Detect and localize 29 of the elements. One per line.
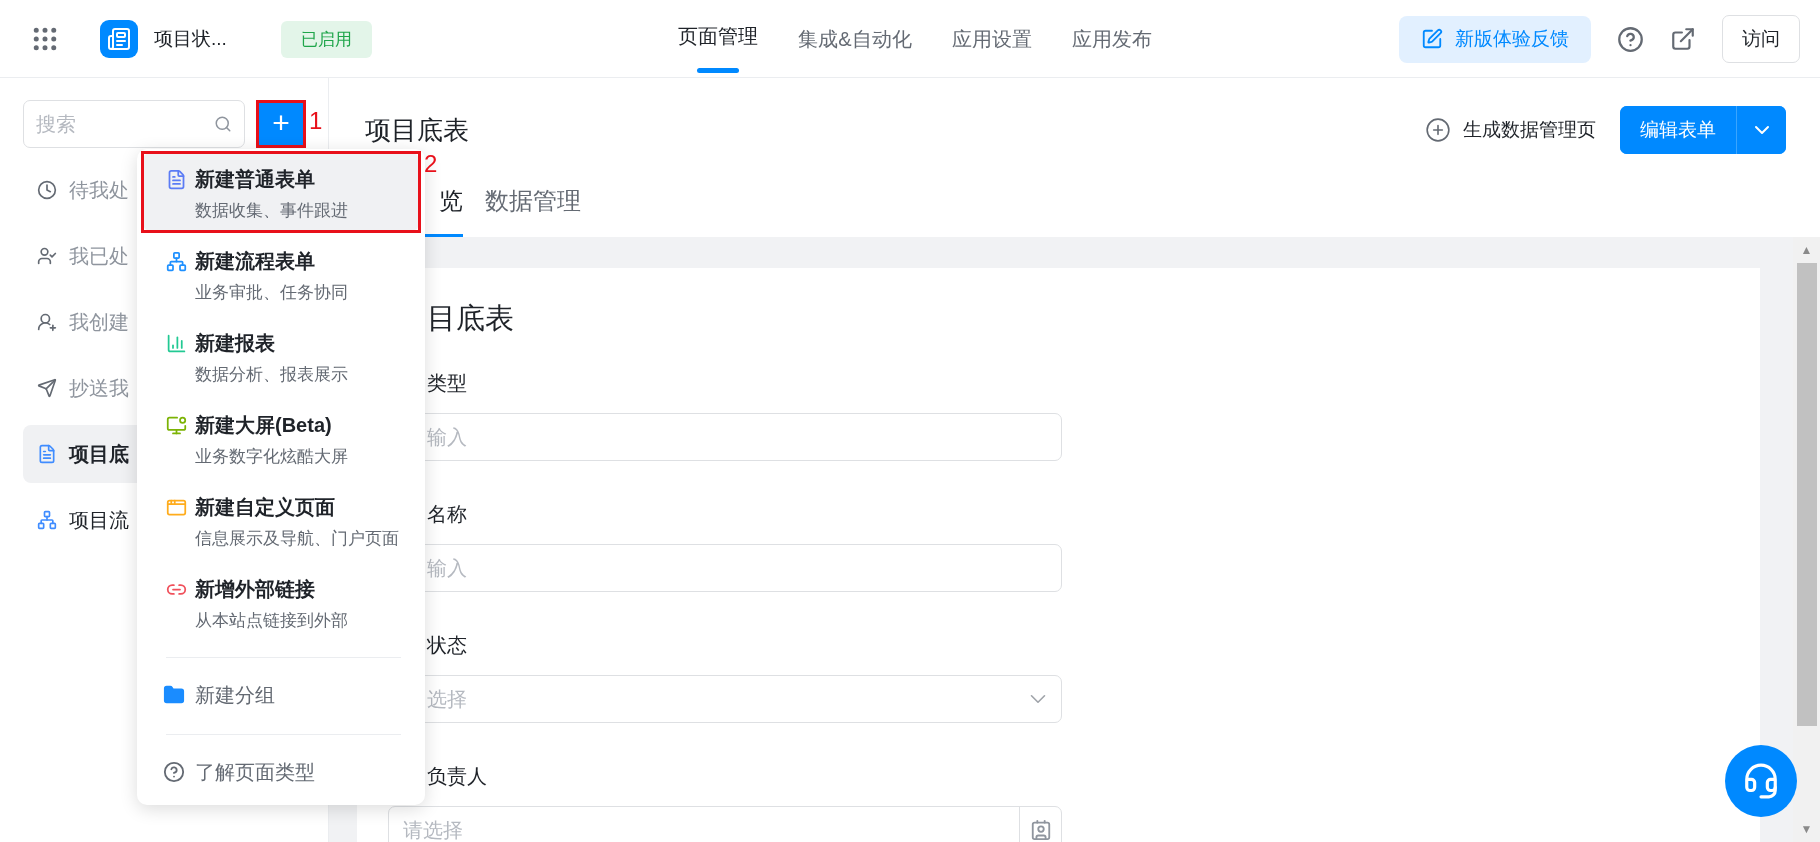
sidebar-item-label: 我已处: [69, 243, 129, 269]
menu-item-title: 新建大屏(Beta): [195, 413, 332, 438]
sidebar-item-label: 项目流: [69, 507, 129, 533]
menu-item-title: 新建分组: [195, 683, 275, 708]
annotation-number: 2: [424, 150, 438, 178]
menu-item-title: 了解页面类型: [195, 760, 315, 785]
status-badge: 已启用: [280, 20, 372, 58]
menu-item-description: 数据分析、报表展示: [194, 364, 349, 386]
menu-item-title: 新建普通表单: [195, 167, 315, 192]
page-title: 项目底表: [365, 113, 469, 147]
menu-item-title: 新增外部链接: [195, 577, 315, 602]
field-label: 状态: [426, 633, 468, 657]
menu-item-title: 新建自定义页面: [195, 495, 335, 520]
menu-item-title: 新建报表: [195, 331, 275, 356]
sidebar-item-label: 待我处: [69, 177, 129, 203]
menu-item-description: 数据收集、事件跟进: [194, 200, 349, 222]
sidebar-item-label: 项目底: [69, 441, 129, 467]
field-label: 类型: [426, 371, 468, 395]
field-label: 负责人: [426, 764, 488, 788]
menu-item-title: 新建流程表单: [195, 249, 315, 274]
sidebar-item-label: 抄送我: [69, 375, 129, 401]
menu-item-description: 业务数字化炫酷大屏: [194, 446, 349, 468]
field-label: 名称: [426, 502, 468, 526]
form-title: 目底表: [426, 303, 515, 333]
sidebar-item-label: 我创建: [69, 309, 129, 335]
app-name: 项目状...: [154, 27, 227, 51]
annotation-number: 1: [309, 107, 323, 135]
menu-item-description: 从本站点链接到外部: [194, 610, 349, 632]
menu-item-description: 业务审批、任务协同: [194, 282, 349, 304]
